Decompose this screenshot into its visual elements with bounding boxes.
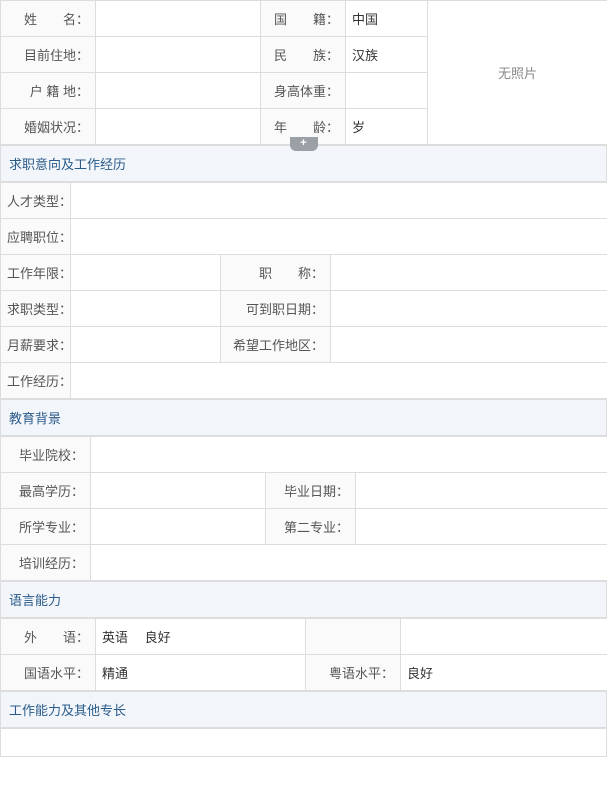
table-row: 工作年限： 职 称： [1,255,607,291]
work-exp-label: 工作经历： [1,363,71,399]
residence-value [96,37,261,73]
degree-label: 最高学历： [1,473,91,509]
table-row: 培训经历： [1,545,607,581]
marital-value [96,109,261,145]
table-row [1,729,607,757]
degree-value [91,473,266,509]
major-label: 所学专业： [1,509,91,545]
section-title: 语言能力 [9,593,61,608]
position-label: 应聘职位： [1,219,71,255]
mandarin-value: 精通 [96,655,306,691]
nationality-label: 国 籍： [261,1,346,37]
section-education: 教育背景 [0,399,607,436]
job-type-value [71,291,221,327]
ability-value [1,729,607,757]
major-value [91,509,266,545]
nationality-value: 中国 [346,1,428,37]
table-row: 所学专业： 第二专业： [1,509,607,545]
foreign2-value [401,619,607,655]
table-row: 求职类型： 可到职日期： [1,291,607,327]
table-row: 工作经历： [1,363,607,399]
section-title: 求职意向及工作经历 [9,157,126,172]
section-title: 工作能力及其他专长 [9,703,126,718]
photo-placeholder: 无照片 [428,1,607,145]
name-label: 姓 名： [1,1,96,37]
marital-label: 婚姻状况： [1,109,96,145]
name-value [96,1,261,37]
height-weight-value [346,73,428,109]
huji-label: 户 籍 地： [1,73,96,109]
table-row: 最高学历： 毕业日期： [1,473,607,509]
job-type-label: 求职类型： [1,291,71,327]
basic-info-table: 姓 名： 国 籍： 中国 无照片 目前住地： 民 族： 汉族 户 籍 地： 身高… [0,0,607,145]
title-label: 职 称： [221,255,331,291]
section-job-intent: + 求职意向及工作经历 [0,145,607,182]
plus-icon[interactable]: + [290,137,318,151]
work-years-label: 工作年限： [1,255,71,291]
cantonese-value: 良好 [401,655,607,691]
training-value [91,545,607,581]
grad-date-value [356,473,607,509]
ethnic-label: 民 族： [261,37,346,73]
talent-type-value [71,183,607,219]
age-value: 岁 [346,109,428,145]
second-major-label: 第二专业： [266,509,356,545]
second-major-value [356,509,607,545]
work-exp-value [71,363,607,399]
position-value [71,219,607,255]
salary-value [71,327,221,363]
height-weight-label: 身高体重： [261,73,346,109]
foreign2-label [306,619,401,655]
title-value [331,255,607,291]
table-row: 人才类型： [1,183,607,219]
avail-date-value [331,291,607,327]
foreign-value: 英语 良好 [96,619,306,655]
cantonese-label: 粤语水平： [306,655,401,691]
ability-table [0,728,607,757]
talent-type-label: 人才类型： [1,183,71,219]
avail-date-label: 可到职日期： [221,291,331,327]
work-years-value [71,255,221,291]
table-row: 姓 名： 国 籍： 中国 无照片 [1,1,607,37]
training-label: 培训经历： [1,545,91,581]
education-table: 毕业院校： 最高学历： 毕业日期： 所学专业： 第二专业： 培训经历： [0,436,607,581]
ethnic-value: 汉族 [346,37,428,73]
job-intent-table: 人才类型： 应聘职位： 工作年限： 职 称： 求职类型： 可到职日期： 月薪要求… [0,182,607,399]
table-row: 月薪要求： 希望工作地区： [1,327,607,363]
school-label: 毕业院校： [1,437,91,473]
table-row: 国语水平： 精通 粤语水平： 良好 [1,655,607,691]
school-value [91,437,607,473]
huji-value [96,73,261,109]
grad-date-label: 毕业日期： [266,473,356,509]
table-row: 毕业院校： [1,437,607,473]
section-title: 教育背景 [9,411,61,426]
work-area-value [331,327,607,363]
section-language: 语言能力 [0,581,607,618]
residence-label: 目前住地： [1,37,96,73]
salary-label: 月薪要求： [1,327,71,363]
table-row: 外 语： 英语 良好 [1,619,607,655]
language-table: 外 语： 英语 良好 国语水平： 精通 粤语水平： 良好 [0,618,607,691]
work-area-label: 希望工作地区： [221,327,331,363]
section-ability: 工作能力及其他专长 [0,691,607,728]
mandarin-label: 国语水平： [1,655,96,691]
table-row: 应聘职位： [1,219,607,255]
foreign-label: 外 语： [1,619,96,655]
